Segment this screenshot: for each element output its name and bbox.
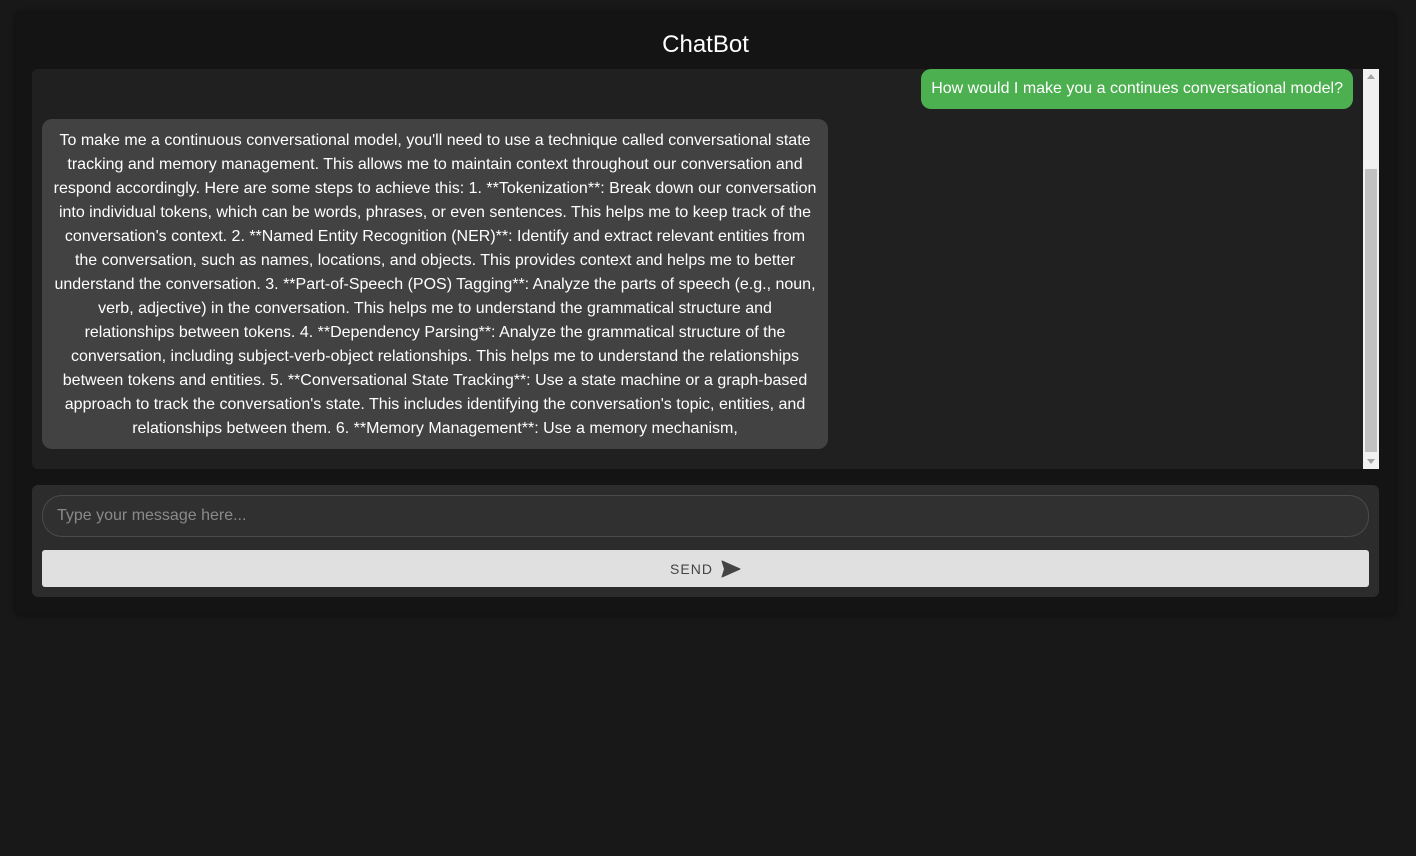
scrollbar-thumb[interactable] [1365, 169, 1377, 452]
scroll-up-arrow-icon[interactable] [1367, 74, 1375, 79]
scroll-down-arrow-icon[interactable] [1367, 459, 1375, 464]
chat-messages-area[interactable]: How would I make you a continues convers… [32, 69, 1363, 469]
message-input[interactable] [42, 495, 1369, 537]
chat-scrollbar[interactable] [1363, 69, 1379, 469]
page-title: ChatBot [662, 31, 749, 58]
send-button[interactable]: SEND [42, 550, 1369, 587]
send-icon [721, 560, 741, 578]
chat-app: ChatBot How would I make you a continues… [16, 13, 1395, 615]
bot-message-bubble: To make me a continuous conversational m… [42, 119, 828, 449]
user-message-bubble: How would I make you a continues convers… [921, 69, 1353, 109]
composer-panel: SEND [32, 485, 1379, 597]
send-button-label: SEND [670, 560, 713, 577]
